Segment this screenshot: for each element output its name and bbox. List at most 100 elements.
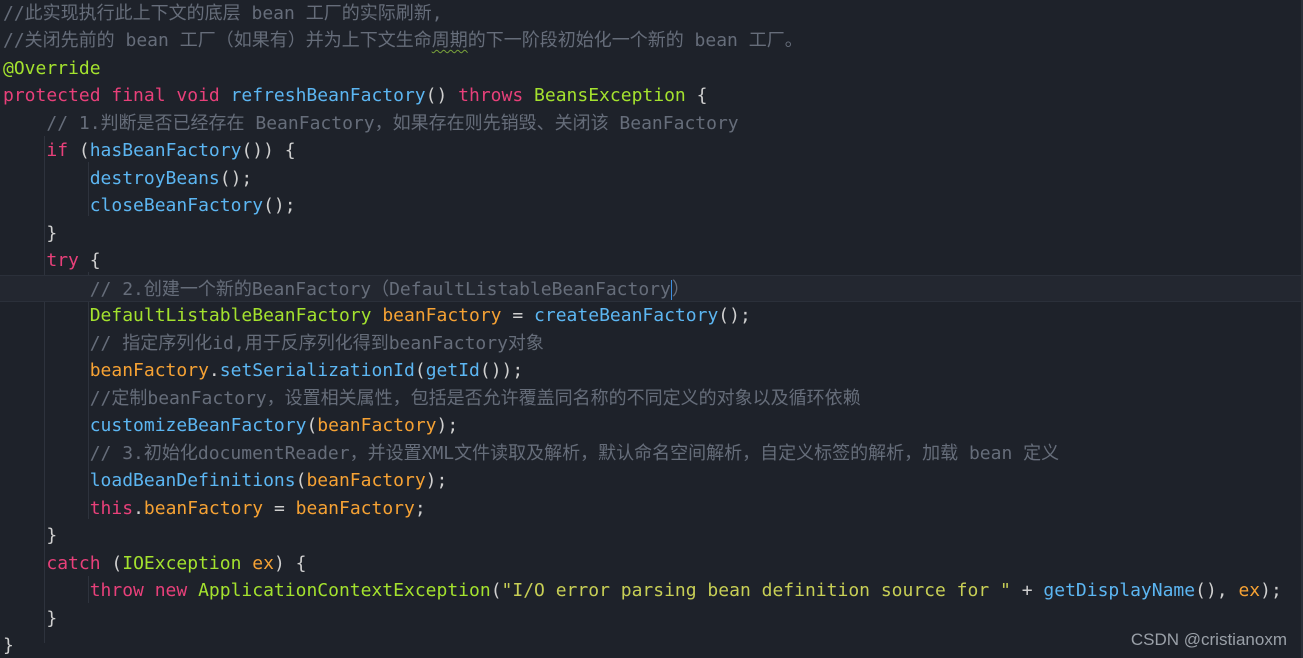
code-token: ( [111, 552, 123, 574]
code-token: beanFactory [382, 305, 502, 326]
code-line[interactable]: customizeBeanFactory(beanFactory); [3, 412, 459, 439]
code-token: beanFactory [306, 470, 426, 491]
code-token: . [133, 497, 144, 519]
code-token: hasBeanFactory [89, 140, 242, 161]
watermark: CSDN @cristianoxm [1130, 630, 1287, 649]
code-token: beanFactory [317, 415, 437, 436]
code-token: catch [46, 552, 112, 574]
code-token: destroyBeans [89, 167, 220, 189]
code-token: ( [414, 360, 426, 381]
code-line[interactable]: destroyBeans(); [3, 165, 253, 192]
code-token: ( [306, 415, 318, 436]
code-token: ; [414, 497, 426, 519]
code-line[interactable]: try { [3, 247, 101, 274]
code-token: //定制beanFactory，设置相关属性，包括是否允许覆盖同名称的不同定义的… [89, 387, 861, 409]
code-line[interactable]: } [3, 632, 14, 658]
code-token: } [46, 525, 58, 546]
code-line[interactable]: loadBeanDefinitions(beanFactory); [3, 467, 448, 494]
code-token: protected final void [3, 85, 231, 106]
code-token: setSerializationId [219, 360, 415, 381]
code-token: + [1010, 580, 1044, 601]
code-line[interactable]: //此实现执行此上下文的底层 bean 工厂的实际刷新, [3, 0, 443, 27]
code-token: this [89, 497, 134, 519]
code-token: IOException [122, 552, 253, 574]
code-token: loadBeanDefinitions [89, 470, 296, 491]
code-line[interactable]: //定制beanFactory，设置相关属性，包括是否允许覆盖同名称的不同定义的… [3, 385, 861, 412]
code-line[interactable]: } [3, 220, 57, 247]
code-token: ); [436, 415, 459, 436]
code-line[interactable]: // 1.判断是否已经存在 BeanFactory，如果存在则先销毁、关闭该 B… [3, 110, 739, 137]
code-token: getDisplayName [1043, 580, 1196, 601]
code-token: // 1.判断是否已经存在 BeanFactory，如果存在则先销毁、关闭该 B… [46, 112, 739, 134]
code-token: ） [671, 278, 690, 300]
code-line[interactable]: closeBeanFactory(); [3, 192, 296, 219]
code-token: (), [1195, 580, 1239, 601]
code-token: . [208, 360, 220, 381]
code-editor[interactable]: //此实现执行此上下文的底层 bean 工厂的实际刷新, //关闭先前的 bean… [0, 0, 1303, 658]
code-line[interactable]: protected final void refreshBeanFactory(… [3, 82, 707, 109]
code-line[interactable]: DefaultListableBeanFactory beanFactory =… [3, 302, 751, 329]
code-token: ()); [479, 360, 524, 381]
code-token: = [501, 305, 535, 326]
code-line[interactable]: // 指定序列化id,用于反序列化得到beanFactory对象 [3, 330, 544, 357]
code-token: @Override [3, 57, 101, 79]
code-token: ( [295, 470, 307, 491]
code-line[interactable]: // 3.初始化documentReader，并设置XML文件读取及解析，默认命… [3, 440, 1059, 467]
code-token: (); [263, 195, 296, 216]
code-token: throws [458, 85, 535, 106]
code-token: beanFactory [89, 360, 209, 381]
code-token: ex [252, 552, 274, 574]
code-token: ()) { [241, 140, 296, 161]
code-token: refreshBeanFactory [230, 85, 426, 106]
code-token: closeBeanFactory [89, 195, 264, 216]
code-token: } [46, 607, 58, 629]
code-token: DefaultListableBeanFactory [89, 305, 383, 326]
code-token: ); [1260, 580, 1282, 601]
code-token: beanFactory [143, 497, 264, 519]
code-line[interactable]: if (hasBeanFactory()) { [3, 137, 296, 164]
code-token: ( [78, 140, 90, 161]
code-token: } [46, 222, 58, 244]
code-token: ApplicationContextException [198, 580, 491, 601]
code-token: // 指定序列化id,用于反序列化得到beanFactory对象 [89, 332, 544, 354]
code-line[interactable]: catch (IOException ex) { [3, 550, 306, 577]
code-line[interactable]: } [3, 522, 57, 549]
code-token: } [3, 635, 14, 656]
code-line[interactable]: beanFactory.setSerializationId(getId()); [3, 357, 524, 384]
code-token: throw new [89, 580, 199, 601]
code-token: try [46, 250, 90, 271]
code-line[interactable]: this.beanFactory = beanFactory; [3, 495, 426, 522]
code-token: (); [219, 167, 253, 189]
code-token: { [89, 250, 101, 271]
code-token: BeansException [534, 85, 686, 106]
code-line[interactable]: @Override [3, 55, 101, 82]
spellcheck-squiggle[interactable]: 周期 [432, 30, 468, 51]
code-token: = [263, 497, 296, 519]
code-line[interactable]: throw new ApplicationContextException("I… [3, 577, 1282, 604]
code-line[interactable]: //关闭先前的 bean 工厂（如果有）并为上下文生命周期的下一阶段初始化一个新… [3, 27, 803, 54]
code-token: getId [425, 360, 480, 381]
code-token: ex [1238, 580, 1261, 601]
code-token: (); [718, 305, 751, 326]
code-line[interactable]: // 2.创建一个新的BeanFactory（DefaultListableBe… [0, 274, 1303, 302]
code-line[interactable]: } [3, 605, 57, 632]
code-token: () [425, 85, 459, 106]
code-token: //关闭先前的 bean 工厂（如果有）并为上下文生命周期的下一阶段初始化一个新… [3, 30, 803, 51]
code-token: customizeBeanFactory [89, 415, 307, 436]
